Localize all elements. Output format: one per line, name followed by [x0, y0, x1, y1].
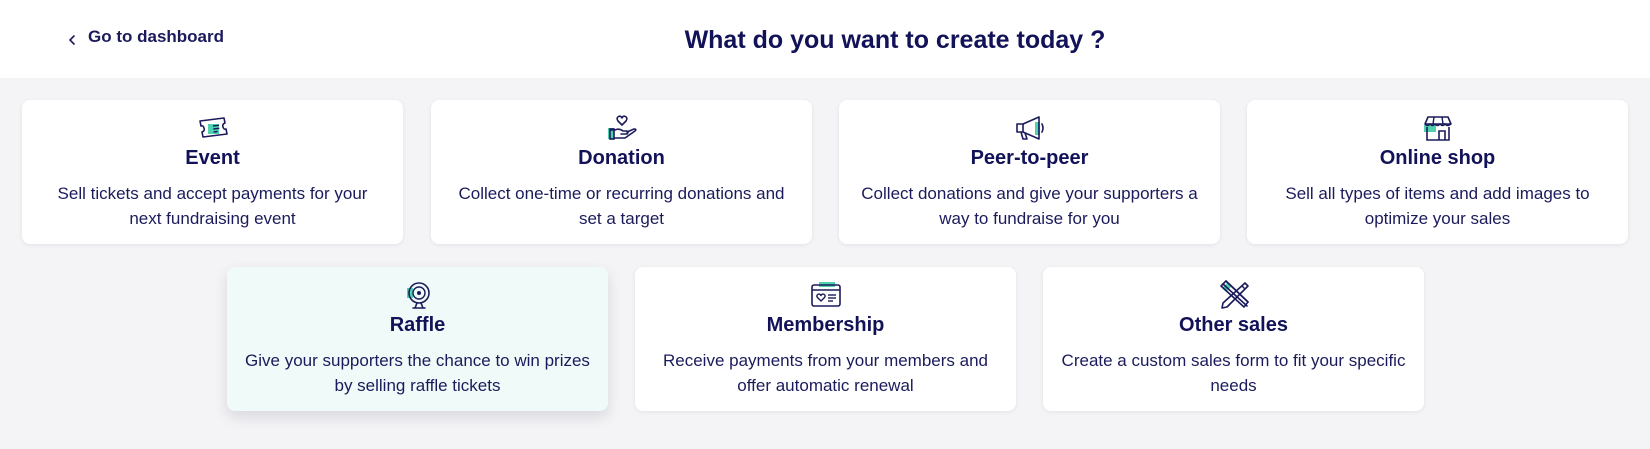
card-description: Receive payments from your members and o…	[662, 351, 989, 395]
page-title: What do you want to create today ?	[684, 26, 1106, 54]
megaphone-icon	[1013, 113, 1047, 143]
pencil-ruler-icon	[1217, 280, 1251, 310]
card-donation[interactable]: Donation Collect one-time or recurring d…	[431, 100, 812, 244]
card-description: Collect donations and give your supporte…	[861, 184, 1198, 228]
card-title: Online shop	[1379, 147, 1496, 169]
storefront-icon	[1421, 113, 1455, 143]
card-online-shop[interactable]: Online shop Sell all types of items and …	[1247, 100, 1628, 244]
card-membership[interactable]: Membership Receive payments from your me…	[635, 267, 1016, 411]
card-title: Other sales	[1179, 314, 1288, 336]
card-description: Create a custom sales form to fit your s…	[1061, 351, 1406, 395]
card-peer-to-peer[interactable]: Peer-to-peer Collect donations and give …	[839, 100, 1220, 244]
card-title: Event	[185, 147, 240, 169]
ticket-icon	[196, 113, 230, 143]
raffle-drum-icon	[401, 280, 435, 310]
card-description: Sell tickets and accept payments for you…	[57, 184, 368, 228]
card-description: Collect one-time or recurring donations …	[458, 184, 785, 228]
card-title: Donation	[578, 147, 665, 169]
top-bar: Go to dashboard What do you want to crea…	[0, 0, 1650, 78]
heart-hand-icon	[605, 113, 639, 143]
card-event[interactable]: Event Sell tickets and accept payments f…	[22, 100, 403, 244]
card-title: Raffle	[389, 314, 446, 336]
membership-card-icon	[809, 280, 843, 310]
card-raffle[interactable]: Raffle Give your supporters the chance t…	[227, 267, 608, 411]
card-description: Give your supporters the chance to win p…	[245, 351, 590, 395]
card-description: Sell all types of items and add images t…	[1285, 184, 1590, 228]
card-title: Membership	[766, 314, 885, 336]
card-other-sales[interactable]: Other sales Create a custom sales form t…	[1043, 267, 1424, 411]
card-title: Peer-to-peer	[970, 147, 1089, 169]
